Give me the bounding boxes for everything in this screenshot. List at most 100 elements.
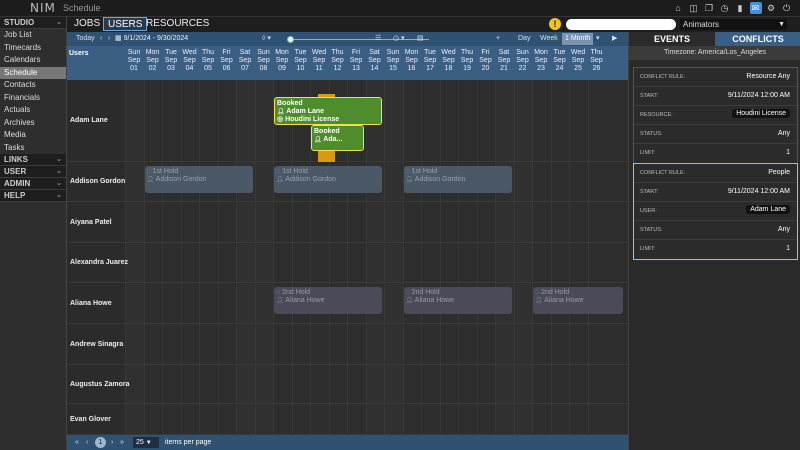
schedule-event[interactable]: ◌ 1st Hold 👤︎ Addison Gordon [274, 166, 382, 193]
tab-jobs[interactable]: JOBS [70, 17, 104, 31]
day-header[interactable]: Tue Sep 17 [421, 49, 439, 73]
tab-resources[interactable]: RESOURCES [142, 17, 213, 31]
sidebar-section-user[interactable]: USER ⌄ [0, 166, 66, 178]
day-header[interactable]: Thu Sep 19 [458, 49, 476, 73]
day-header[interactable]: Tue Sep 10 [292, 49, 310, 73]
schedule-grid[interactable]: Adam Lane Addison Gordon Aiyana Patel Alexa… [67, 80, 628, 435]
schedule-event[interactable]: ◌ 2nd Hold 👤︎ Aliana Howe [274, 287, 382, 314]
schedule-event[interactable]: Booked 👤︎ Ada... [311, 125, 364, 151]
user-row[interactable]: Augustus Zamora [67, 365, 628, 404]
user-icon: 👤︎ [314, 137, 324, 143]
day-header[interactable]: Tue Sep 03 [162, 49, 180, 73]
zoom-slider-track[interactable] [289, 39, 429, 40]
day-header[interactable]: Fri Sep 20 [477, 49, 495, 73]
mail-icon[interactable]: ✉ [749, 2, 762, 14]
zoom-slider-handle[interactable] [287, 36, 294, 43]
sidebar-item-financials[interactable]: Financials [0, 92, 66, 105]
sidebar-item-tasks[interactable]: Tasks [0, 142, 66, 155]
day-header-d: 21 [500, 65, 508, 72]
day-header[interactable]: Sun Sep 08 [255, 49, 273, 73]
filter-icon[interactable]: ☰ [372, 33, 384, 45]
day-header[interactable]: Mon Sep 16 [403, 49, 421, 73]
sidebar-section-admin[interactable]: ADMIN ⌄ [0, 178, 66, 190]
chart-icon[interactable]: ▤ [414, 33, 427, 45]
user-row[interactable]: Andrew Sinagra [67, 324, 628, 365]
current-page[interactable]: 1 [95, 437, 106, 448]
power-icon[interactable]: ⏻ [781, 2, 793, 14]
play-icon[interactable]: ▶ [609, 33, 620, 45]
view-week-button[interactable]: Week [537, 33, 561, 45]
sidebar-section-links[interactable]: LINKS ⌄ [0, 154, 66, 166]
day-header[interactable]: Sat Sep 14 [366, 49, 384, 73]
schedule-event[interactable]: ◌ 2nd Hold 👤︎ Aliana Howe [403, 287, 512, 314]
day-header[interactable]: Sun Sep 01 [125, 49, 143, 73]
copy-icon[interactable]: ❐ [703, 2, 715, 14]
date-range-picker[interactable]: ▦ 9/1/2024 - 9/30/2024 [115, 32, 188, 46]
user-row[interactable]: Alexandra Juarez [67, 243, 628, 283]
sidebar-item-archives[interactable]: Archives [0, 117, 66, 130]
day-header[interactable]: Mon Sep 09 [273, 49, 291, 73]
day-header[interactable]: Wed Sep 25 [569, 49, 587, 73]
schedule-event[interactable]: ◌ 1st Hold 👤︎ Addison Gordon [403, 166, 512, 193]
tab-users[interactable]: USERS [103, 17, 148, 31]
next-icon[interactable]: › [105, 33, 113, 45]
day-header[interactable]: Fri Sep 13 [347, 49, 365, 73]
sidebar-section-help[interactable]: HELP ⌄ [0, 190, 66, 202]
clock-icon[interactable]: ◷ [719, 2, 731, 14]
conflict-card[interactable]: Conflict Rule: People Start: 9/11/2024 12:0… [633, 162, 798, 260]
add-button[interactable]: + [493, 33, 503, 45]
tab-events[interactable]: EVENTS [629, 32, 715, 46]
layers-icon[interactable]: ◫ [688, 2, 700, 14]
day-header[interactable]: Wed Sep 11 [310, 49, 328, 73]
bookmark-icon[interactable]: ▮ [734, 2, 746, 14]
schedule-event[interactable]: Booked 👤︎ Adam Lane ◎ Houdini License [274, 97, 382, 125]
sidebar-item-contacts[interactable]: Contacts [0, 79, 66, 92]
today-button[interactable]: Today [73, 33, 98, 45]
prev-page-icon[interactable]: ‹ [86, 437, 88, 448]
app-logo[interactable]: NIM [30, 1, 56, 15]
schedule-event[interactable]: ◌ 2nd Hold 👤︎ Aliana Howe [533, 287, 623, 314]
day-header[interactable]: Thu Sep 26 [588, 49, 606, 73]
day-header[interactable]: Sat Sep 07 [236, 49, 254, 73]
search-input[interactable] [566, 19, 676, 30]
schedule-event[interactable]: ◌ 1st Hold 👤︎ Addison Gordon [144, 166, 253, 193]
view-day-button[interactable]: Day [515, 33, 533, 45]
day-header[interactable]: Sun Sep 15 [384, 49, 402, 73]
tab-conflicts[interactable]: CONFLICTS [715, 32, 800, 46]
group-select[interactable]: Animators ▼ [680, 19, 787, 30]
day-header[interactable]: Sun Sep 22 [514, 49, 532, 73]
page-size-select[interactable]: 25 ▼ [133, 437, 159, 448]
day-header[interactable]: Mon Sep 23 [532, 49, 550, 73]
sidebar-item-actuals[interactable]: Actuals [0, 104, 66, 117]
droplet-icon[interactable]: ◊ ▾ [259, 33, 274, 45]
day-header[interactable]: Mon Sep 02 [144, 49, 162, 73]
day-header[interactable]: Tue Sep 24 [551, 49, 569, 73]
view-chevron-down-icon[interactable]: ▾ [593, 33, 603, 45]
last-page-icon[interactable]: » [120, 437, 124, 448]
home-icon[interactable]: ⌂ [672, 2, 684, 14]
clock-menu-icon[interactable]: ◷ ▾ [390, 33, 408, 45]
day-header[interactable]: Fri Sep 06 [218, 49, 236, 73]
day-header[interactable]: Wed Sep 18 [440, 49, 458, 73]
day-header[interactable]: Wed Sep 04 [181, 49, 199, 73]
user-name: Alexandra Juarez [70, 259, 128, 266]
warning-icon[interactable]: ! [549, 18, 561, 30]
day-header[interactable]: Thu Sep 12 [329, 49, 347, 73]
conflict-card[interactable]: Conflict Rule: Resource Any Start: 9/11/202… [633, 67, 798, 164]
user-row[interactable]: Aiyana Patel [67, 202, 628, 243]
first-page-icon[interactable]: « [75, 437, 79, 448]
conflict-value: Any [777, 130, 790, 137]
day-header[interactable]: Thu Sep 05 [199, 49, 217, 73]
view-month-button[interactable]: 1 Month [562, 33, 594, 45]
sidebar-section-studio[interactable]: STUDIO ⌄ [0, 17, 66, 29]
next-page-icon[interactable]: › [111, 437, 113, 448]
sidebar-item-job-list[interactable]: Job List [0, 29, 66, 42]
sidebar-item-media[interactable]: Media [0, 129, 66, 142]
sidebar-item-timecards[interactable]: Timecards [0, 42, 66, 55]
user-row[interactable]: Evan Glover [67, 404, 628, 435]
day-header[interactable]: Sat Sep 21 [495, 49, 513, 73]
day-header-mon: Sep [349, 57, 363, 64]
gear-icon[interactable]: ⚙ [765, 2, 777, 14]
sidebar-item-schedule[interactable]: Schedule [0, 66, 66, 79]
sidebar-item-calendars[interactable]: Calendars [0, 54, 66, 67]
